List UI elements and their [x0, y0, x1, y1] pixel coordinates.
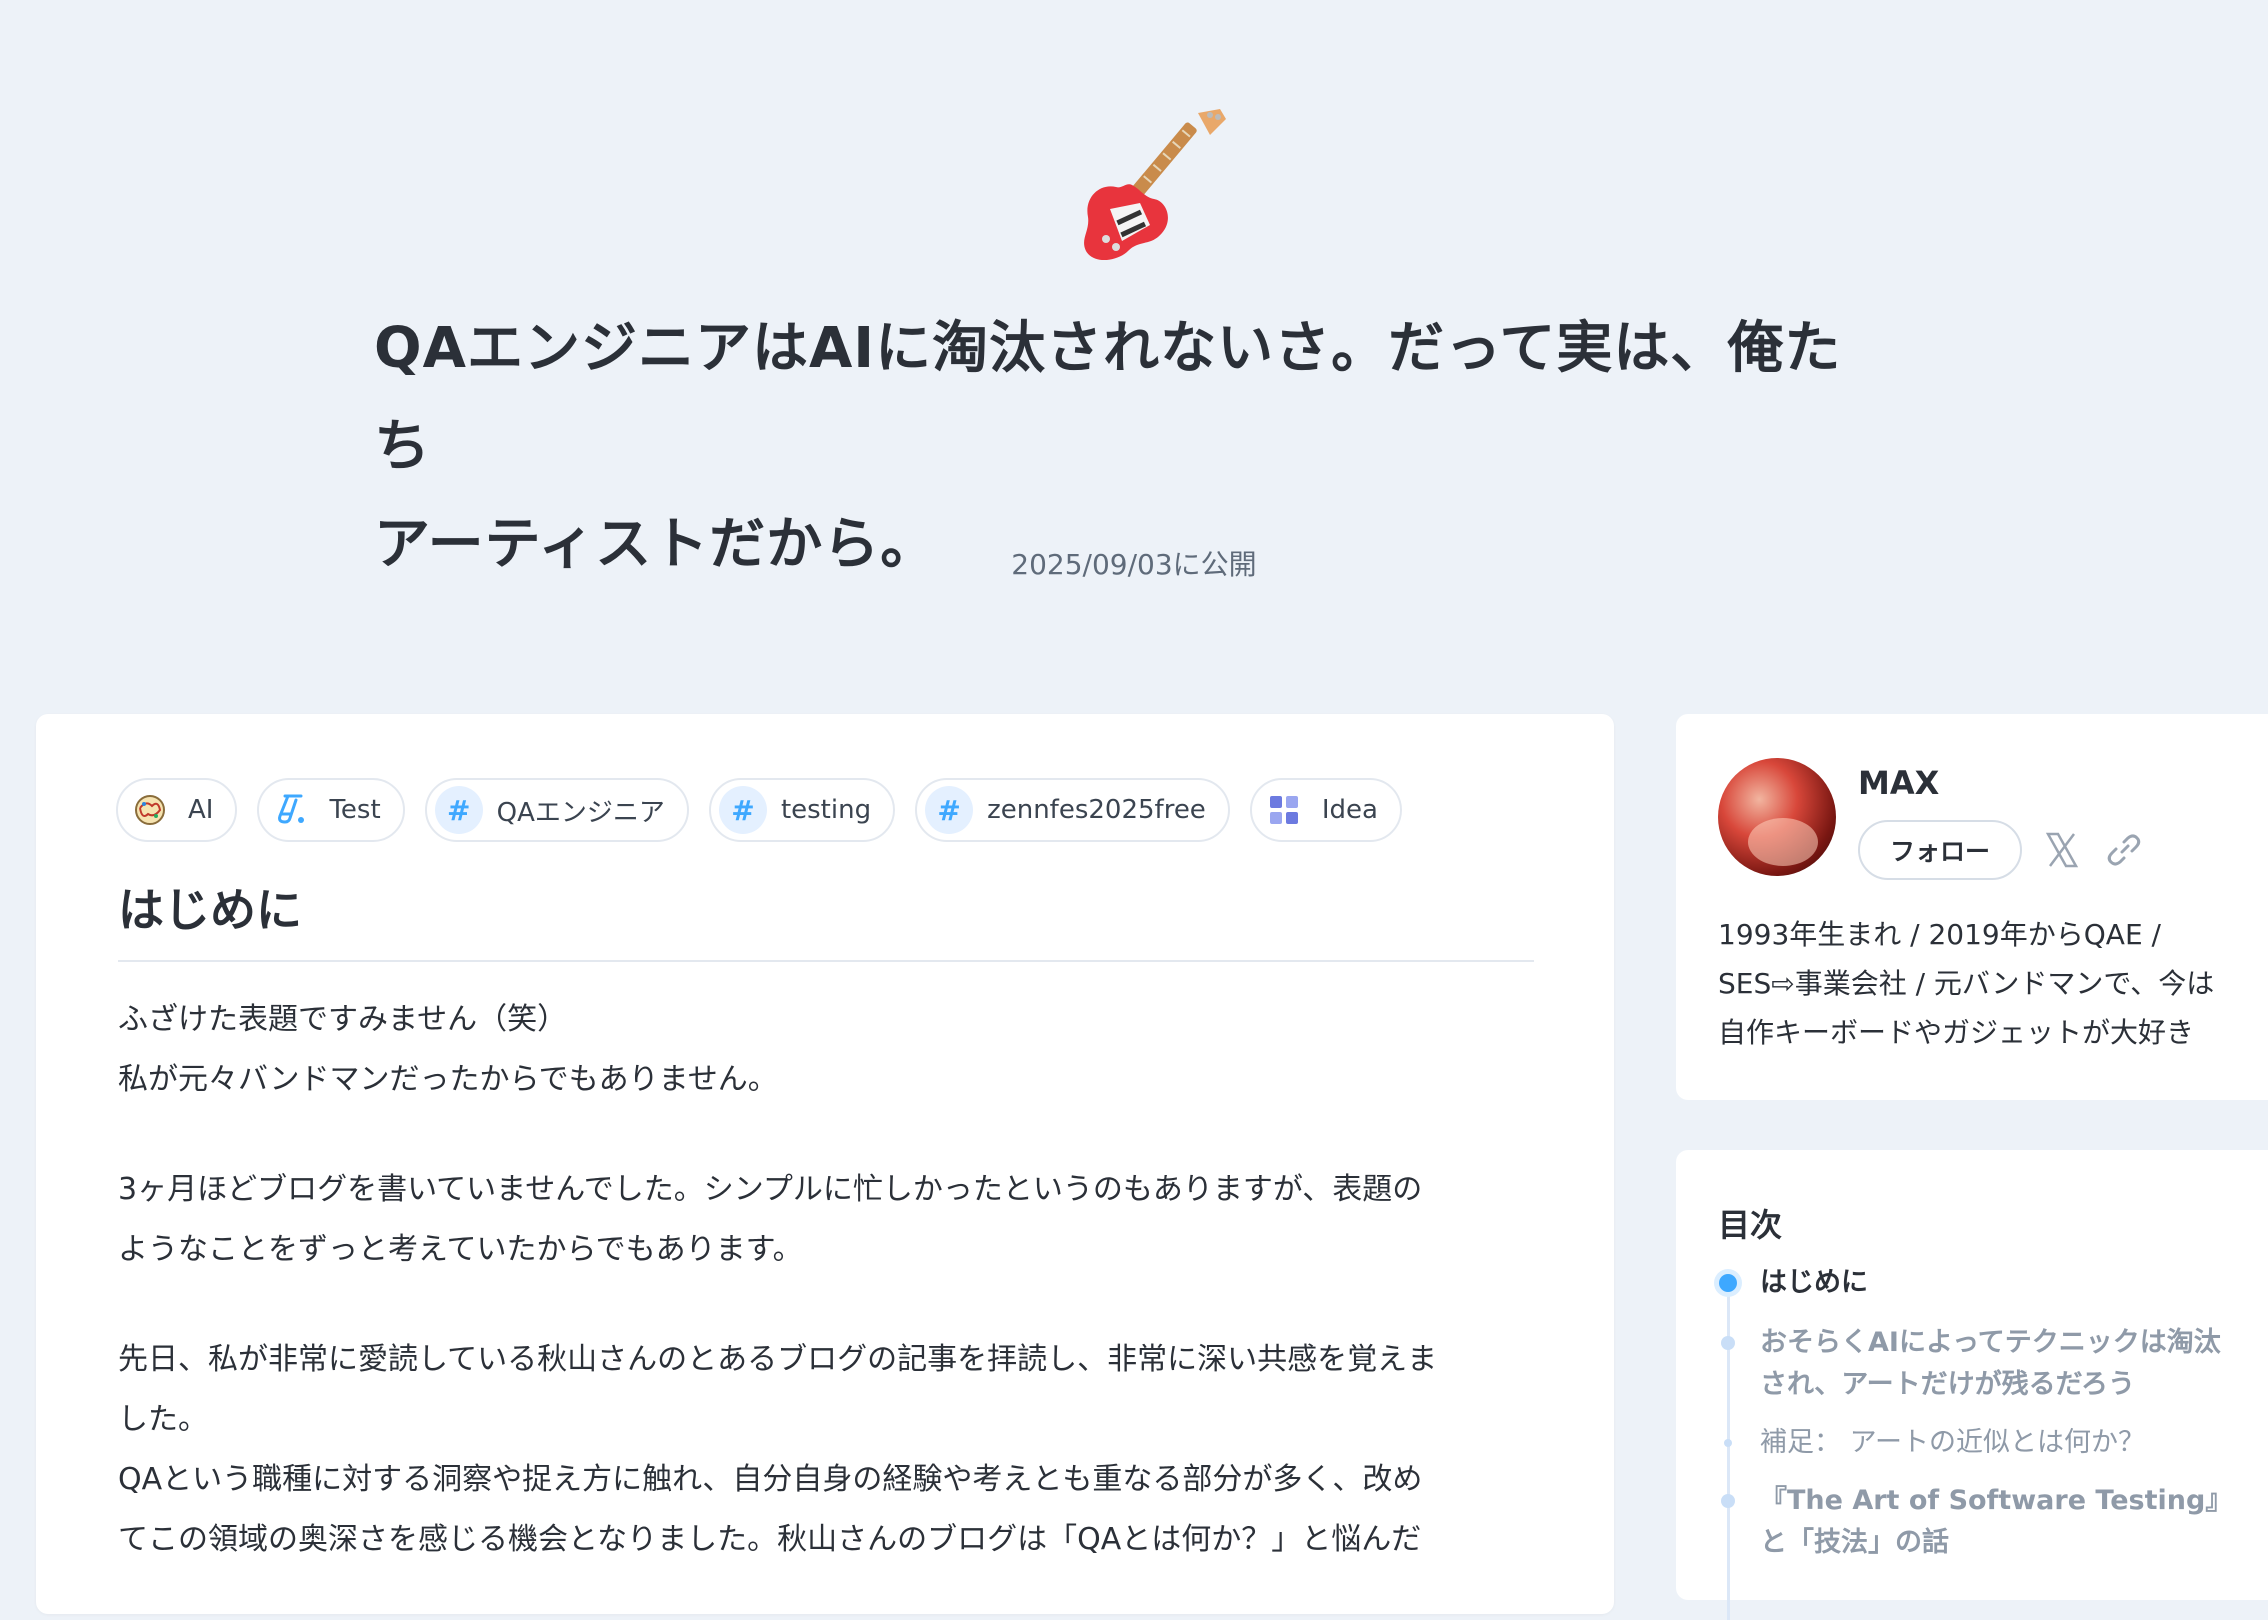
topic-label: Test	[329, 795, 381, 825]
bio-line: SES⇨事業会社 / 元バンドマンで、今は	[1718, 967, 2215, 1000]
toc-item-label: はじめに	[1760, 1267, 1868, 1298]
toc-dot	[1724, 1439, 1732, 1447]
text-line: 3ヶ月ほどブログを書いていませんでした。シンプルに忙しかったというのもありますが…	[118, 1172, 1423, 1207]
paragraph: 3ヶ月ほどブログを書いていませんでした。シンプルに忙しかったというのもありますが…	[118, 1160, 1558, 1280]
toc-active-dot	[1719, 1274, 1737, 1292]
topic-zennfes2025free[interactable]: # zennfes2025free	[915, 778, 1230, 842]
topic-testing[interactable]: # testing	[708, 778, 896, 842]
bio-line: 自作キーボードやガジェットが大好き	[1718, 1016, 2195, 1049]
topic-ai[interactable]: AI	[116, 778, 238, 842]
toc-dot	[1721, 1336, 1735, 1350]
toc-item-label: おそらくAIによってテクニックは淘汰され、アートだけが残るだろう	[1760, 1327, 2221, 1400]
paragraph: ふざけた表題ですみません（笑） 私が元々バンドマンだったからでもありません。	[118, 990, 1558, 1110]
author-name[interactable]: MAX	[1858, 764, 1939, 802]
topic-label: Idea	[1321, 795, 1378, 825]
table-of-contents: 目次 はじめに おそらくAIによってテクニックは淘汰され、アートだけが残るだろう…	[1676, 1150, 2268, 1620]
section-heading: はじめに	[118, 874, 1534, 962]
hash-icon: #	[925, 786, 974, 834]
toc-title: 目次	[1718, 1206, 1783, 1244]
topic-test[interactable]: Test	[257, 778, 405, 842]
topic-label: QAエンジニア	[496, 797, 665, 828]
topic-label: zennfes2025free	[987, 795, 1206, 825]
article-body-card: AI Test # QAエンジニア # testing # zennfes202…	[36, 714, 1614, 1614]
author-bio: 1993年生まれ / 2019年からQAE / SES⇨事業会社 / 元バンドマ…	[1718, 910, 2258, 1057]
toc-item-label: 『The Art of Software Testing』と「技法」の話	[1760, 1485, 2219, 1558]
topic-idea[interactable]: Idea	[1249, 778, 1402, 842]
topic-label: AI	[188, 795, 214, 825]
bio-line: 1993年生まれ / 2019年からQAE /	[1718, 918, 2161, 951]
text-line: ようなことをずっと考えていたからでもあります。	[118, 1232, 803, 1267]
paragraph: 先日、私が非常に愛読している秋山さんのとあるブログの記事を拝読し、非常に深い共感…	[118, 1330, 1558, 1570]
text-line: 先日、私が非常に愛読している秋山さんのとあるブログの記事を拝読し、非常に深い共感…	[118, 1342, 1438, 1377]
grid-icon	[1260, 786, 1308, 834]
toc-item-label: 補足： アートの近似とは何か？	[1760, 1427, 2145, 1458]
hash-icon: #	[434, 786, 483, 834]
guitar-icon	[1070, 105, 1230, 265]
hash-icon: #	[718, 786, 767, 834]
article-title-line1: QAエンジニアはAIに淘汰されないさ。だって実は、俺たち	[374, 316, 1842, 479]
text-line: てこの領域の奥深さを感じる機会となりました。秋山さんのブログは「QAとは何か？」…	[118, 1522, 1422, 1557]
article-content: ふざけた表題ですみません（笑） 私が元々バンドマンだったからでもありません。 3…	[118, 990, 1558, 1570]
x-twitter-icon[interactable]	[2040, 828, 2084, 872]
published-date: 2025/09/03に公開	[1011, 548, 1257, 581]
brain-icon	[126, 786, 174, 834]
text-line: 私が元々バンドマンだったからでもありません。	[118, 1062, 778, 1097]
text-line: QAという職種に対する洞察や捉え方に触れ、自分自身の経験や考えとも重なる部分が多…	[118, 1462, 1423, 1497]
follow-button[interactable]: フォロー	[1858, 820, 2022, 880]
author-profile-card: MAX フォロー 1993年生まれ / 2019年からQAE / SES⇨事業会…	[1676, 714, 2268, 1100]
link-icon[interactable]	[2102, 828, 2146, 872]
toc-dot	[1721, 1494, 1735, 1508]
topic-qa-engineer[interactable]: # QAエンジニア	[424, 778, 689, 842]
article-header: QAエンジニアはAIに淘汰されないさ。だって実は、俺たち アーティストだから。 …	[0, 0, 2268, 700]
toc-track	[1727, 1280, 1730, 1620]
test-tube-icon	[267, 786, 315, 834]
text-line: ふざけた表題ですみません（笑）	[118, 1002, 568, 1037]
avatar[interactable]	[1718, 758, 1836, 876]
topic-label: testing	[780, 795, 872, 825]
text-line: した。	[118, 1402, 208, 1437]
topic-list: AI Test # QAエンジニア # testing # zennfes202…	[116, 778, 1402, 842]
